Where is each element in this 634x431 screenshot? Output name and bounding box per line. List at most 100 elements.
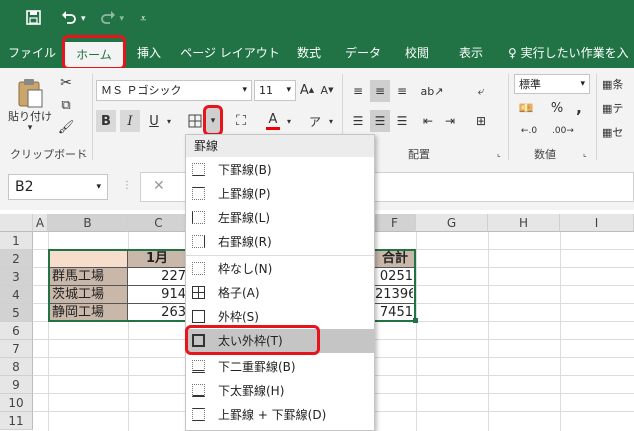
undo-dropdown-icon[interactable]: ▾ xyxy=(81,14,86,24)
row-header-8[interactable]: 8 xyxy=(0,358,33,376)
undo-icon[interactable] xyxy=(61,10,77,29)
percent-button[interactable]: % xyxy=(548,98,566,118)
copy-icon[interactable]: ⧉ xyxy=(56,96,76,114)
number-launcher-icon[interactable]: ⌞ xyxy=(580,148,590,158)
increase-decimal-button[interactable]: ←.0 xyxy=(514,122,544,140)
row-header-2[interactable]: 2 xyxy=(0,250,33,268)
column-header-i[interactable]: I xyxy=(560,214,634,232)
orientation-button[interactable]: ab↗ xyxy=(420,80,444,102)
currency-button[interactable]: 💴 xyxy=(514,98,538,118)
cell-styles-button[interactable]: ▦ セ xyxy=(602,122,634,142)
redo-icon[interactable] xyxy=(100,10,116,29)
tab-file[interactable]: ファイル xyxy=(6,38,58,68)
menu-item-thick-bottom-border[interactable]: 下太罫線(H) xyxy=(186,379,374,403)
phonetic-dropdown-icon[interactable]: ▾ xyxy=(326,110,336,132)
italic-button[interactable]: I xyxy=(120,110,140,132)
font-color-dropdown-icon[interactable]: ▾ xyxy=(284,110,294,132)
align-middle-button[interactable]: ≡ xyxy=(370,80,390,102)
save-icon[interactable] xyxy=(26,9,41,29)
number-format-select[interactable]: 標準 ▾ xyxy=(514,74,590,94)
font-name-select[interactable]: ＭＳ Ｐゴシック ▾ xyxy=(96,80,252,101)
cell-c4[interactable]: 914 xyxy=(128,286,186,304)
tab-formulas[interactable]: 数式 xyxy=(288,38,330,68)
redo-dropdown-icon[interactable]: ▾ xyxy=(120,14,125,24)
row-header-1[interactable]: 1 xyxy=(0,232,33,250)
menu-item-no-border[interactable]: 枠なし(N) xyxy=(186,257,374,281)
format-as-table-button[interactable]: ▦ テ xyxy=(602,98,634,118)
menu-item-bottom-double-border[interactable]: 下二重罫線(B) xyxy=(186,355,374,379)
column-header-f[interactable]: F xyxy=(374,214,416,232)
align-left-button[interactable]: ☰ xyxy=(348,110,368,132)
menu-item-left-border[interactable]: 左罫線(L) xyxy=(186,206,374,230)
column-header-g[interactable]: G xyxy=(416,214,488,232)
tell-me-search[interactable]: ♀ 実行したい作業を入 xyxy=(508,38,634,68)
clipboard-group-label: クリップボード xyxy=(10,148,87,161)
menu-item-all-borders[interactable]: 格子(A) xyxy=(186,281,374,305)
cell-f4[interactable]: 21396 xyxy=(375,286,413,304)
bold-button[interactable]: B xyxy=(96,110,116,132)
cell-b3[interactable]: 群馬工場 xyxy=(52,268,128,286)
decrease-indent-button[interactable]: ⇤ xyxy=(418,110,438,132)
clipboard-launcher-icon[interactable]: ⌞ xyxy=(80,148,90,158)
column-header-h[interactable]: H xyxy=(488,214,560,232)
row-header-4[interactable]: 4 xyxy=(0,286,33,304)
paste-button[interactable]: 貼り付け ▾ xyxy=(8,74,52,136)
fill-color-button[interactable]: ⛶ xyxy=(230,110,252,132)
menu-item-top-bottom-border[interactable]: 上罫線 + 下罫線(D) xyxy=(186,403,374,427)
phonetic-button[interactable]: ア xyxy=(304,110,326,132)
row-header-11[interactable]: 11 xyxy=(0,412,33,430)
fill-handle[interactable] xyxy=(413,318,418,323)
align-center-button[interactable]: ☰ xyxy=(370,110,390,132)
font-size-select[interactable]: 11 ▾ xyxy=(254,80,296,101)
row-header-7[interactable]: 7 xyxy=(0,340,33,358)
name-box[interactable]: B2 ▾ xyxy=(8,174,108,200)
row-header-9[interactable]: 9 xyxy=(0,376,33,394)
select-all-corner[interactable] xyxy=(0,214,33,232)
increase-indent-button[interactable]: ⇥ xyxy=(440,110,460,132)
cell-c3[interactable]: 227 xyxy=(128,268,186,286)
conditional-format-button[interactable]: ▦ 条 xyxy=(602,74,634,94)
wrap-text-button[interactable]: ⤶ xyxy=(470,80,492,102)
cell-c2[interactable]: 1月 xyxy=(128,250,186,268)
align-right-button[interactable]: ☰ xyxy=(392,110,412,132)
decrease-font-button[interactable]: A ▼ xyxy=(318,80,336,100)
column-header-c[interactable]: C xyxy=(128,214,190,232)
cell-b4[interactable]: 茨城工場 xyxy=(52,286,128,304)
merge-center-button[interactable]: ⊞ xyxy=(470,110,492,132)
cell-f5[interactable]: 7451 xyxy=(375,304,413,322)
number-group-label: 数値 xyxy=(534,148,556,161)
tab-view[interactable]: 表示 xyxy=(450,38,492,68)
align-bottom-button[interactable]: ≡ xyxy=(392,80,412,102)
tab-insert[interactable]: 挿入 xyxy=(128,38,170,68)
row-header-10[interactable]: 10 xyxy=(0,394,33,412)
column-header-b[interactable]: B xyxy=(48,214,128,232)
menu-item-top-border[interactable]: 上罫線(P) xyxy=(186,182,374,206)
borders-button[interactable] xyxy=(186,110,204,132)
underline-dropdown-icon[interactable]: ▾ xyxy=(164,110,174,132)
underline-button[interactable]: U xyxy=(144,110,164,132)
customize-icon[interactable]: ⩡ xyxy=(140,12,146,26)
column-header-a[interactable]: A xyxy=(33,214,48,232)
cell-f2[interactable]: 合計 xyxy=(376,250,414,268)
alignment-launcher-icon[interactable]: ⌞ xyxy=(494,148,504,158)
comma-button[interactable]: , xyxy=(572,98,586,118)
cut-icon[interactable]: ✂ xyxy=(56,74,76,92)
menu-item-right-border[interactable]: 右罫線(R) xyxy=(186,230,374,254)
row-header-6[interactable]: 6 xyxy=(0,322,33,340)
cell-b5[interactable]: 静岡工場 xyxy=(52,304,128,322)
cell-c5[interactable]: 263 xyxy=(128,304,186,322)
align-top-button[interactable]: ≡ xyxy=(348,80,368,102)
format-painter-icon[interactable]: 🖌 xyxy=(56,118,76,136)
right-border-icon xyxy=(192,235,205,248)
menu-item-bottom-border[interactable]: 下罫線(B) xyxy=(186,158,374,182)
tab-data[interactable]: データ xyxy=(340,38,386,68)
decrease-decimal-button[interactable]: .00→ xyxy=(548,122,578,140)
tab-page-layout[interactable]: ページ レイアウト xyxy=(180,38,280,68)
increase-font-button[interactable]: A ▲ xyxy=(298,80,316,100)
row-header-3[interactable]: 3 xyxy=(0,268,33,286)
font-color-button[interactable]: A xyxy=(262,110,284,132)
tab-review[interactable]: 校閲 xyxy=(396,38,438,68)
cancel-icon[interactable]: ✕ xyxy=(153,178,165,194)
cell-f3[interactable]: 0251 xyxy=(375,268,413,286)
row-header-5[interactable]: 5 xyxy=(0,304,33,322)
